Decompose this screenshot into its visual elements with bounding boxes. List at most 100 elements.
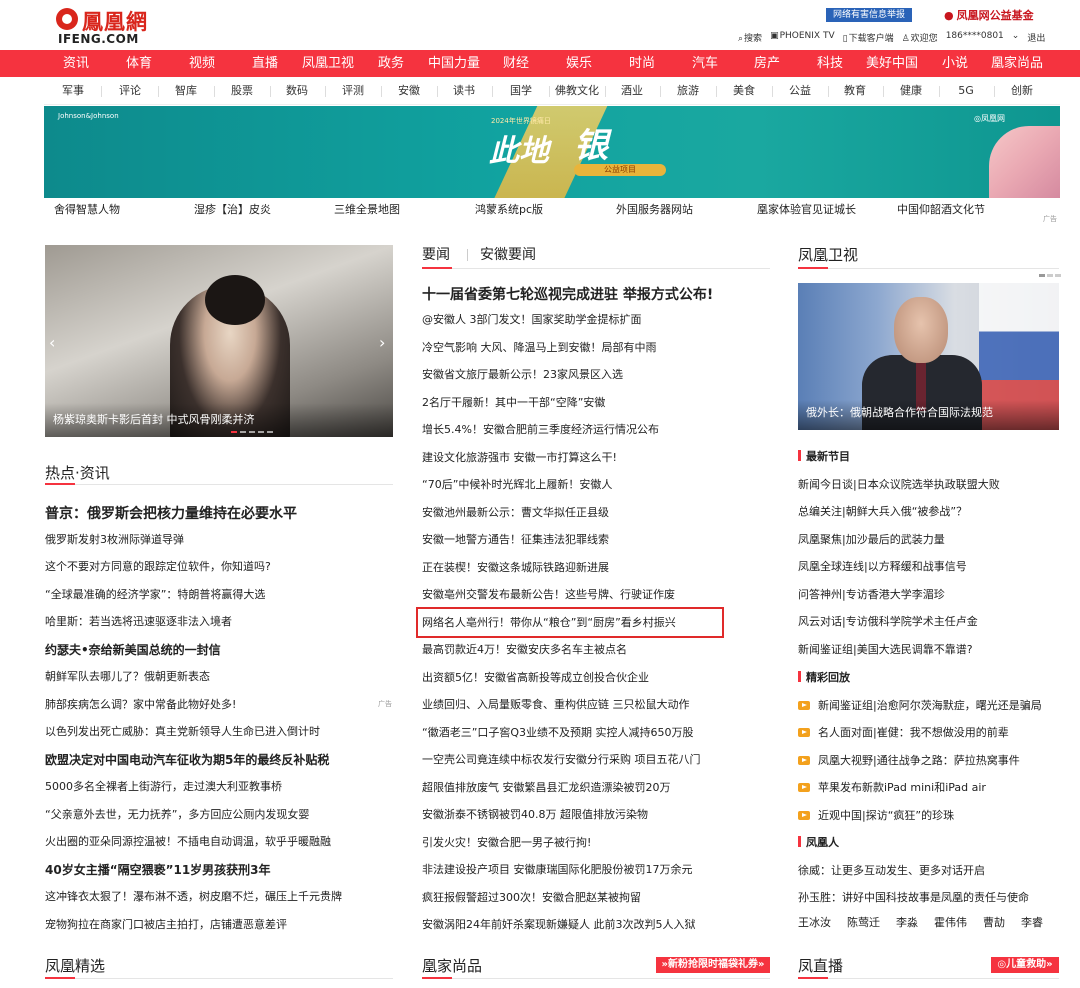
program-link[interactable]: 新闻今日谈|日本众议院选举执政联盟大败 [798, 476, 1000, 492]
program-link[interactable]: 新闻鉴证组|美国大选民调靠不靠谱? [798, 641, 973, 657]
replay-link[interactable]: 名人面对面|崔健：我不想做没用的前辈 [798, 724, 1009, 740]
tab-anhui[interactable]: 安徽要闻 [480, 244, 536, 264]
slider-dot[interactable] [258, 431, 264, 433]
people-link[interactable]: 徐威：让更多互动发生、更多对话开启 [798, 862, 985, 878]
news-link[interactable]: 安徽一地警方通告！征集违法犯罪线索 [422, 531, 609, 547]
subnav-item[interactable]: 旅游 [677, 77, 699, 105]
news-link[interactable]: 普京：俄罗斯会把核力量维持在必要水平 [45, 503, 297, 523]
news-link[interactable]: “父亲意外去世，无力抚养”，多方回应公厕内发现女婴 [45, 806, 309, 822]
host-name[interactable]: 李淼 [896, 914, 918, 930]
news-link[interactable]: 出资额5亿！安徽省高新投等成立创投合伙企业 [422, 669, 649, 685]
slider-dot[interactable] [231, 431, 237, 433]
search-link[interactable]: ⌕搜索 [738, 31, 762, 44]
host-name[interactable]: 王冰汝 [798, 914, 831, 930]
news-link[interactable]: 宠物狗拉在商家门口被店主拍打，店铺遭恶意差评 [45, 916, 287, 932]
subnav-item[interactable]: 健康 [900, 77, 922, 105]
promo-link[interactable]: 鸿蒙系统pc版 [475, 201, 543, 217]
news-link[interactable]: @安徽人 3部门发文！国家奖助学金提标扩面 [422, 311, 642, 327]
news-link[interactable]: 安徽省文旅厅最新公示！23家风景区入选 [422, 366, 623, 382]
nav-item[interactable]: 小说 [942, 50, 968, 77]
user-phone[interactable]: 186****0801 [946, 31, 1004, 44]
replay-link[interactable]: 苹果发布新款iPad mini和iPad air [798, 779, 986, 795]
public-welfare-fund-link[interactable]: 凤凰网公益基金 [944, 7, 1034, 23]
phoenix-tv-link[interactable]: ▣PHOENIX TV [770, 31, 835, 44]
chevron-right-icon[interactable]: › [379, 333, 385, 352]
nav-item[interactable]: 政务 [378, 50, 404, 77]
chevron-down-icon[interactable]: ⌄ [1012, 31, 1020, 44]
promo-link[interactable]: 舍得智慧人物 [54, 201, 120, 217]
news-link[interactable]: 哈里斯：若当选将迅速驱逐非法入境者 [45, 613, 232, 629]
promo-link[interactable]: 三维全景地图 [334, 201, 400, 217]
subnav-item[interactable]: 美食 [733, 77, 755, 105]
subnav-item[interactable]: 公益 [789, 77, 811, 105]
news-link[interactable]: “70后”中候补时光辉北上履新！安徽人 [422, 476, 612, 492]
slider-caption[interactable]: 杨紫琼奥斯卡影后首封 中式风骨刚柔并济 [53, 411, 255, 427]
people-link[interactable]: 孙玉胜：讲好中国科技故事是凤凰的责任与使命 [798, 889, 1029, 905]
host-name[interactable]: 李睿 [1021, 914, 1043, 930]
subnav-item[interactable]: 评论 [119, 77, 141, 105]
replay-link[interactable]: 凤凰大视野|通往战争之路：萨拉热窝事件 [798, 752, 1020, 768]
nav-item[interactable]: 时尚 [629, 50, 655, 77]
program-link[interactable]: 凤凰全球连线|以方释缓和战事信号 [798, 558, 967, 574]
news-link[interactable]: 引发火灾！安徽合肥一男子被行拘! [422, 834, 591, 850]
news-link[interactable]: 这个不要对方同意的跟踪定位软件，你知道吗? [45, 558, 271, 574]
host-name[interactable]: 陈莺迁 [847, 914, 880, 930]
promo-link[interactable]: 凰家体验官见证城长 [757, 201, 856, 217]
news-link[interactable]: 约瑟夫•奈给新美国总统的一封信 [45, 641, 221, 658]
news-link[interactable]: 2名厅干履新！其中一干部“空降”安徽 [422, 394, 605, 410]
news-link[interactable]: 以色列发出死亡威胁：真主党新领导人生命已进入倒计时 [45, 723, 320, 739]
photo-slider[interactable]: 杨紫琼奥斯卡影后首封 中式风骨刚柔并济 ‹ › [45, 245, 393, 437]
subnav-item[interactable]: 教育 [844, 77, 866, 105]
download-app-link[interactable]: ▯下载客户端 [843, 31, 894, 44]
child-aid-button[interactable]: ◎儿童救助» [991, 957, 1059, 973]
promo-link[interactable]: 外国服务器网站 [616, 201, 693, 217]
news-link[interactable]: 非法建设投产项目 安徽康瑞国际化肥股份被罚17万余元 [422, 861, 693, 877]
shop-title[interactable]: 凰家尚品 [422, 955, 482, 976]
nav-item[interactable]: 资讯 [63, 50, 89, 77]
program-link[interactable]: 总编关注|朝鲜大兵入俄“被参战”？ [798, 503, 967, 519]
ifeng-logo[interactable]: 鳳凰網 IFENG.COM [56, 8, 166, 46]
news-link[interactable]: 业绩回归、入局量贩零食、重构供应链 三只松鼠大动作 [422, 696, 690, 712]
news-link[interactable]: 安徽浙泰不锈钢被罚40.8万 超限值排放污染物 [422, 806, 648, 822]
news-link[interactable]: 一空壳公司竟连续中标农发行安徽分行采购 项目五花八门 [422, 751, 701, 767]
subnav-item[interactable]: 5G [958, 77, 974, 105]
featured-title[interactable]: 凤凰精选 [45, 955, 105, 976]
replay-link[interactable]: 近观中国|探访“疯狂”的珍珠 [798, 807, 954, 823]
news-link[interactable]: 疯狂报假警超过300次！安徽合肥赵某被拘留 [422, 889, 641, 905]
news-link[interactable]: 增长5.4%！安徽合肥前三季度经济运行情况公布 [422, 421, 659, 437]
news-link[interactable]: 超限值排放废气 安徽繁昌县汇龙织造漂染被罚20万 [422, 779, 671, 795]
shop-promo-button[interactable]: »新粉抢限时福袋礼券» [656, 957, 770, 973]
replay-link[interactable]: 新闻鉴证组|治愈阿尔茨海默症，曙光还是骗局 [798, 697, 1042, 713]
program-link[interactable]: 凤凰聚焦|加沙最后的武装力量 [798, 531, 945, 547]
host-name[interactable]: 曹劼 [983, 914, 1005, 930]
subnav-item[interactable]: 军事 [62, 77, 84, 105]
news-link[interactable]: 40岁女主播“隔空猥亵”11岁男孩获刑3年 [45, 861, 271, 878]
pager-dot[interactable] [1055, 274, 1061, 277]
news-link[interactable]: 正在装楔！安徽这条城际铁路迎新进展 [422, 559, 609, 575]
subnav-item[interactable]: 读书 [453, 77, 475, 105]
nav-item[interactable]: 凰家尚品 [991, 50, 1043, 77]
nav-item[interactable]: 中国力量 [428, 50, 480, 77]
video-caption[interactable]: 俄外长：俄朝战略合作符合国际法规范 [806, 404, 993, 420]
slider-dot[interactable] [240, 431, 246, 433]
program-link[interactable]: 问答神州|专访香港大学李湄珍 [798, 586, 945, 602]
nav-item[interactable]: 直播 [252, 50, 278, 77]
logout-link[interactable]: 退出 [1027, 31, 1045, 44]
subnav-item[interactable]: 佛教文化 [555, 77, 599, 105]
subnav-item[interactable]: 数码 [286, 77, 308, 105]
subnav-item[interactable]: 智库 [175, 77, 197, 105]
slider-dots[interactable] [231, 431, 273, 433]
phoenix-tv-title[interactable]: 凤凰卫视 [798, 244, 858, 265]
news-link[interactable]: 最高罚款近4万！安徽安庆多名车主被点名 [422, 641, 627, 657]
nav-item[interactable]: 美好中国 [866, 50, 918, 77]
hot-news-title[interactable]: 热点·资讯 [45, 462, 110, 483]
host-name[interactable]: 霍伟伟 [934, 914, 967, 930]
carousel-pager[interactable] [1039, 274, 1061, 277]
news-link[interactable]: 建设文化旅游强市 安徽一市打算这么干! [422, 449, 617, 465]
news-link[interactable]: 安徽涡阳24年前奸杀案现新嫌疑人 此前3次改判5人入狱 [422, 916, 696, 932]
news-link[interactable]: 欧盟决定对中国电动汽车征收为期5年的最终反补贴税 [45, 751, 329, 768]
subnav-item[interactable]: 创新 [1011, 77, 1033, 105]
promo-link[interactable]: 湿疹【治】皮炎 [194, 201, 271, 217]
live-title[interactable]: 凤直播 [798, 955, 843, 976]
report-harmful-info-button[interactable]: 网络有害信息举报 [826, 8, 912, 22]
